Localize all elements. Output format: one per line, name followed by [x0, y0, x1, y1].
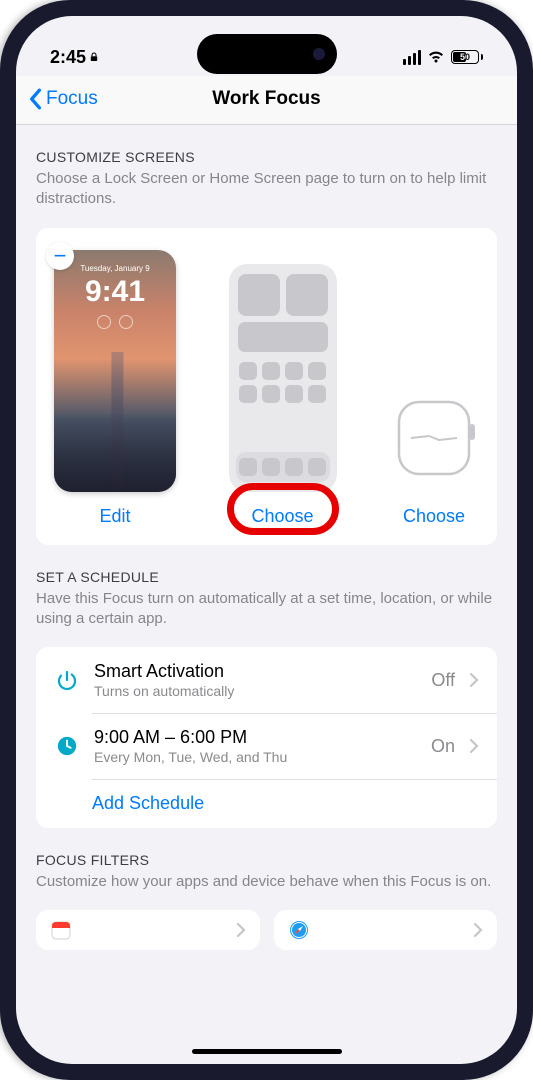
screens-card: − Tuesday, January 9 9:41 Edit [36, 228, 497, 545]
calendar-icon [50, 919, 72, 941]
watch-preview[interactable] [389, 384, 479, 492]
chevron-right-icon [473, 922, 483, 938]
filter-calendar[interactable] [36, 910, 260, 950]
watch-icon [391, 388, 477, 488]
chevron-right-icon [469, 672, 479, 688]
schedule-desc: Have this Focus turn on automatically at… [36, 589, 497, 630]
smart-sub: Turns on automatically [94, 683, 417, 699]
back-button[interactable]: Focus [28, 88, 98, 110]
filters-section-header: Focus Filters Customize how your apps an… [16, 828, 517, 900]
time-title: 9:00 AM – 6:00 PM [94, 727, 417, 748]
customize-desc: Choose a Lock Screen or Home Screen page… [36, 169, 497, 210]
customize-section-header: Customize Screens Choose a Lock Screen o… [16, 125, 517, 218]
power-icon [54, 667, 80, 693]
lock-screen-action[interactable]: Edit [99, 506, 130, 527]
remove-lockscreen-button[interactable]: − [46, 242, 74, 270]
filters-desc: Customize how your apps and device behav… [36, 872, 497, 892]
customize-header: Customize Screens [36, 149, 497, 165]
time-sub: Every Mon, Tue, Wed, and Thu [94, 749, 417, 765]
smart-value: Off [431, 670, 455, 691]
lock-icon [90, 52, 98, 62]
nav-bar: Focus Work Focus [16, 76, 517, 125]
schedule-header: Set a Schedule [36, 569, 497, 585]
status-time: 2:45 [50, 47, 86, 68]
add-schedule-row[interactable]: Add Schedule [36, 779, 497, 828]
clock-icon [54, 733, 80, 759]
add-schedule-link[interactable]: Add Schedule [92, 793, 204, 813]
iphone-frame: 2:45 50 Focus Work Focus Customize Scr [0, 0, 533, 1080]
home-indicator[interactable] [192, 1049, 342, 1054]
home-screen-preview[interactable] [229, 264, 337, 492]
watch-option[interactable]: Choose [389, 384, 479, 527]
time-schedule-row[interactable]: 9:00 AM – 6:00 PM Every Mon, Tue, Wed, a… [36, 713, 497, 779]
chevron-right-icon [469, 738, 479, 754]
content-scroll[interactable]: Customize Screens Choose a Lock Screen o… [16, 125, 517, 1061]
chevron-right-icon [236, 922, 246, 938]
battery-indicator: 50 [451, 50, 483, 64]
back-label: Focus [46, 88, 98, 110]
safari-icon [288, 919, 310, 941]
watch-action[interactable]: Choose [403, 506, 465, 527]
filter-safari[interactable] [274, 910, 498, 950]
schedule-card: Smart Activation Turns on automatically … [36, 647, 497, 828]
filters-header: Focus Filters [36, 852, 497, 868]
screen: 2:45 50 Focus Work Focus Customize Scr [16, 16, 517, 1064]
smart-title: Smart Activation [94, 661, 417, 682]
cellular-signal-icon [403, 50, 421, 65]
home-screen-option[interactable]: Choose [229, 264, 337, 527]
lock-date: Tuesday, January 9 [64, 264, 166, 273]
time-value: On [431, 736, 455, 757]
schedule-section-header: Set a Schedule Have this Focus turn on a… [16, 545, 517, 638]
lock-screen-preview[interactable]: Tuesday, January 9 9:41 [54, 250, 176, 492]
home-screen-action[interactable]: Choose [251, 506, 313, 527]
lock-screen-option[interactable]: − Tuesday, January 9 9:41 Edit [54, 250, 176, 527]
dynamic-island [197, 34, 337, 74]
chevron-left-icon [28, 88, 42, 110]
smart-activation-row[interactable]: Smart Activation Turns on automatically … [36, 647, 497, 713]
lock-time: 9:41 [64, 275, 166, 309]
wifi-icon [427, 50, 445, 64]
page-title: Work Focus [212, 88, 320, 110]
filters-row [16, 910, 517, 950]
